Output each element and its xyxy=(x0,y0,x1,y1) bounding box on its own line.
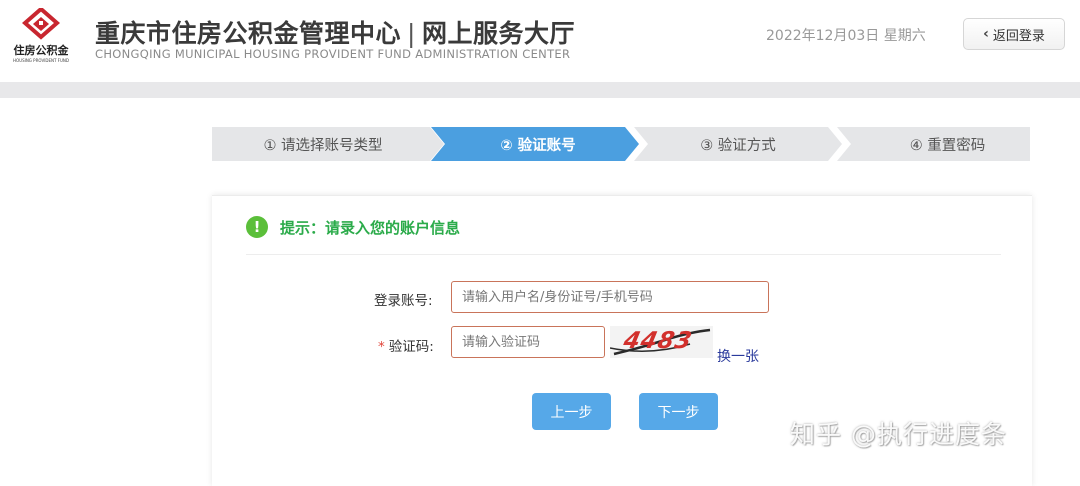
site-title: 重庆市住房公积金管理中心 | 网上服务大厅 xyxy=(95,14,575,50)
chevron-left-icon: ‹ xyxy=(983,26,989,42)
previous-step-button[interactable]: 上一步 xyxy=(532,393,611,430)
step-progress: ① 请选择账号类型 ② 验证账号 ③ 验证方式 ④ 重置密码 xyxy=(212,127,1030,161)
logo-text: 住房公积金 xyxy=(13,44,69,57)
next-step-button[interactable]: 下一步 xyxy=(639,393,718,430)
account-input[interactable] xyxy=(451,281,769,313)
captcha-label-row: * 验证码: xyxy=(378,335,434,355)
required-marker: * xyxy=(378,339,385,355)
refresh-captcha-link[interactable]: 换一张 xyxy=(717,346,759,366)
step-reset-password: ④ 重置密码 xyxy=(837,127,1030,161)
site-title-main: 重庆市住房公积金管理中心 xyxy=(95,19,402,48)
back-to-login-label: 返回登录 xyxy=(992,28,1045,44)
site-title-service: 网上服务大厅 xyxy=(421,19,575,48)
tip-text: 提示：请录入您的账户信息 xyxy=(280,218,461,237)
step-select-account-type: ① 请选择账号类型 xyxy=(212,127,444,161)
captcha-code: 4483 xyxy=(621,328,695,354)
title-separator: | xyxy=(407,19,416,48)
tip-banner: ! 提示：请录入您的账户信息 xyxy=(246,216,460,238)
logo-subtext: HOUSING PROVIDENT FUND xyxy=(13,58,69,63)
logo: 住房公积金 HOUSING PROVIDENT FUND xyxy=(12,8,70,66)
watermark: 知乎 @执行进度条 xyxy=(790,420,1007,449)
page-header: 住房公积金 HOUSING PROVIDENT FUND 重庆市住房公积金管理中… xyxy=(0,0,1080,80)
captcha-input[interactable] xyxy=(451,326,605,358)
header-divider-band xyxy=(0,82,1080,98)
back-to-login-button[interactable]: ‹ 返回登录 xyxy=(963,18,1065,50)
captcha-image[interactable]: 4483 xyxy=(610,326,713,358)
form-divider xyxy=(246,254,1001,255)
captcha-label: 验证码: xyxy=(388,339,434,355)
current-date: 2022年12月03日 星期六 xyxy=(766,28,926,44)
account-label: 登录账号: xyxy=(374,293,433,309)
exclamation-icon: ! xyxy=(246,216,268,238)
site-subtitle: CHONGQING MUNICIPAL HOUSING PROVIDENT FU… xyxy=(95,47,571,61)
step-verify-account: ② 验证账号 xyxy=(431,127,639,161)
housing-fund-logo-icon xyxy=(22,8,60,40)
step-verify-method: ③ 验证方式 xyxy=(634,127,842,161)
